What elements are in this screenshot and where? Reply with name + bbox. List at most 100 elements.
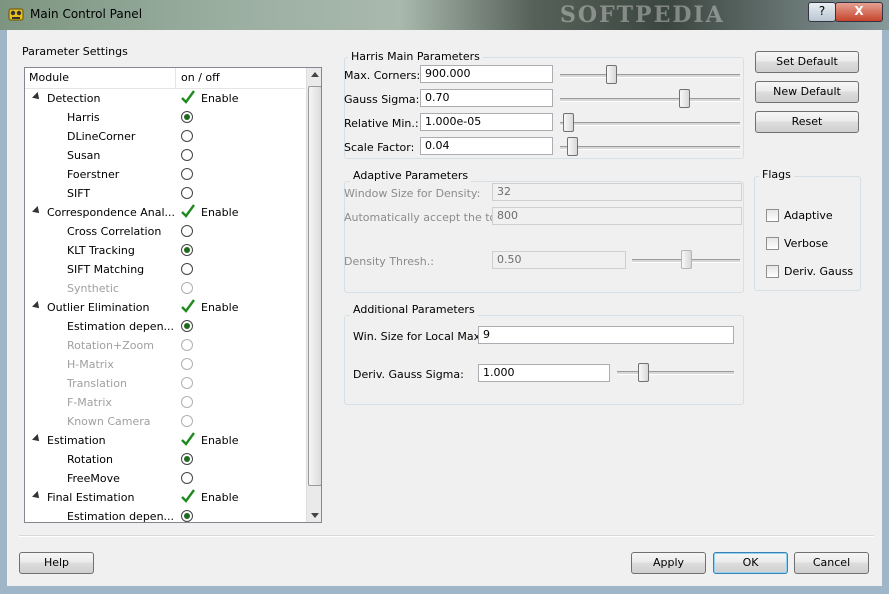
auto-accept-top-input[interactable] (492, 207, 742, 225)
density-thresh-slider-thumb[interactable] (681, 250, 692, 269)
radio-selected-icon[interactable] (181, 111, 193, 123)
tree-item-row[interactable]: Foerstner (25, 165, 305, 184)
tree-item-row[interactable]: Estimation depen... (25, 317, 305, 336)
cancel-button[interactable]: Cancel (794, 552, 869, 574)
tree-item-row[interactable]: SIFT Matching (25, 260, 305, 279)
radio-unselected-icon[interactable] (181, 339, 193, 351)
tree-item-row[interactable]: Synthetic (25, 279, 305, 298)
adaptive-checkbox[interactable] (766, 209, 779, 222)
column-module[interactable]: Module (29, 71, 69, 84)
verbose-checkbox[interactable] (766, 237, 779, 250)
radio-selected-icon[interactable] (181, 244, 193, 256)
radio-unselected-icon[interactable] (181, 472, 193, 484)
tree-item-row[interactable]: Harris (25, 108, 305, 127)
checkmark-icon[interactable] (181, 432, 195, 446)
tree-item-row[interactable]: Rotation+Zoom (25, 336, 305, 355)
scrollbar-thumb[interactable] (308, 86, 321, 486)
tree-item-row[interactable]: F-Matrix (25, 393, 305, 412)
expand-triangle-icon[interactable] (32, 434, 42, 444)
scroll-up-arrow-icon[interactable] (311, 72, 319, 77)
radio-unselected-icon[interactable] (181, 377, 193, 389)
relative-min-slider-thumb[interactable] (563, 113, 575, 132)
radio-unselected-icon[interactable] (181, 282, 193, 294)
scroll-down-arrow-icon[interactable] (311, 513, 319, 518)
tree-row-label: Final Estimation (47, 491, 135, 504)
gauss-sigma-slider-track[interactable] (560, 98, 740, 102)
expand-triangle-icon[interactable] (32, 92, 42, 102)
radio-unselected-icon[interactable] (181, 149, 193, 161)
checkmark-icon[interactable] (181, 204, 195, 218)
expand-triangle-icon[interactable] (32, 491, 42, 501)
radio-unselected-icon[interactable] (181, 187, 193, 199)
gauss-sigma-input[interactable] (420, 89, 553, 107)
column-separator[interactable] (175, 68, 176, 88)
scale-factor-slider-track[interactable] (560, 146, 740, 150)
window-size-density-input[interactable] (492, 183, 742, 201)
density-thresh-input[interactable] (492, 251, 626, 269)
deriv-gauss-checkbox-label[interactable]: Deriv. Gauss (784, 265, 853, 278)
tree-row-label: DLineCorner (67, 130, 136, 143)
tree-item-row[interactable]: Known Camera (25, 412, 305, 431)
radio-unselected-icon[interactable] (181, 263, 193, 275)
radio-unselected-icon[interactable] (181, 415, 193, 427)
tree-group-row[interactable]: Outlier Elimination Enable (25, 298, 305, 317)
tree-item-row[interactable]: KLT Tracking (25, 241, 305, 260)
expand-triangle-icon[interactable] (32, 301, 42, 311)
tree-group-row[interactable]: Correspondence Anal... Enable (25, 203, 305, 222)
tree-item-row[interactable]: Cross Correlation (25, 222, 305, 241)
max-corners-slider-thumb[interactable] (605, 65, 617, 84)
checkmark-icon[interactable] (181, 489, 195, 503)
checkmark-icon[interactable] (181, 90, 195, 104)
scale-factor-input[interactable] (420, 137, 553, 155)
tree-item-row[interactable]: Translation (25, 374, 305, 393)
ok-button[interactable]: OK (713, 552, 788, 574)
tree-item-row[interactable]: DLineCorner (25, 127, 305, 146)
tree-item-row[interactable]: H-Matrix (25, 355, 305, 374)
tree-group-row[interactable]: Estimation Enable (25, 431, 305, 450)
gauss-sigma-slider-thumb[interactable] (679, 89, 690, 108)
tree-item-row[interactable]: SIFT (25, 184, 305, 203)
new-default-button[interactable]: New Default (755, 81, 859, 103)
module-tree[interactable]: Module on / off Detection Enable Harris DLi… (24, 67, 322, 523)
title-help-button[interactable]: ? (808, 2, 836, 22)
title-bar[interactable]: Main Control Panel SOFTPEDIA ? X (0, 0, 889, 30)
radio-unselected-icon[interactable] (181, 225, 193, 237)
deriv-gauss-sigma-input[interactable] (478, 364, 610, 382)
app-icon (8, 8, 24, 21)
radio-selected-icon[interactable] (181, 510, 193, 522)
adaptive-checkbox-label[interactable]: Adaptive (784, 209, 833, 222)
relative-min-slider-track[interactable] (560, 122, 740, 126)
scale-factor-slider-thumb[interactable] (566, 137, 578, 156)
verbose-checkbox-label[interactable]: Verbose (784, 237, 828, 250)
reset-button[interactable]: Reset (755, 111, 859, 133)
tree-item-row[interactable]: Estimation depen... (25, 507, 305, 522)
help-button[interactable]: Help (19, 552, 94, 574)
tree-item-row[interactable]: Rotation (25, 450, 305, 469)
max-corners-slider-track[interactable] (560, 74, 740, 78)
deriv-gauss-checkbox[interactable] (766, 265, 779, 278)
relative-min-input[interactable] (420, 113, 553, 131)
radio-selected-icon[interactable] (181, 453, 193, 465)
radio-unselected-icon[interactable] (181, 358, 193, 370)
expand-triangle-icon[interactable] (32, 206, 42, 216)
radio-selected-icon[interactable] (181, 320, 193, 332)
title-close-button[interactable]: X (835, 2, 883, 22)
tree-group-row[interactable]: Final Estimation Enable (25, 488, 305, 507)
tree-group-row[interactable]: Detection Enable (25, 89, 305, 108)
tree-row-label: FreeMove (67, 472, 120, 485)
column-on-off[interactable]: on / off (181, 71, 220, 84)
checkmark-icon[interactable] (181, 299, 195, 313)
tree-scrollbar[interactable] (306, 68, 321, 522)
apply-button[interactable]: Apply (631, 552, 706, 574)
tree-item-row[interactable]: FreeMove (25, 469, 305, 488)
radio-unselected-icon[interactable] (181, 130, 193, 142)
radio-unselected-icon[interactable] (181, 396, 193, 408)
set-default-button[interactable]: Set Default (755, 51, 859, 73)
max-corners-label: Max. Corners: (344, 69, 421, 82)
tree-item-row[interactable]: Susan (25, 146, 305, 165)
radio-unselected-icon[interactable] (181, 168, 193, 180)
deriv-gauss-sigma-slider-thumb[interactable] (638, 363, 650, 382)
win-size-local-max-input[interactable] (478, 326, 734, 344)
max-corners-input[interactable] (420, 65, 553, 83)
deriv-gauss-sigma-slider-track[interactable] (617, 371, 734, 375)
